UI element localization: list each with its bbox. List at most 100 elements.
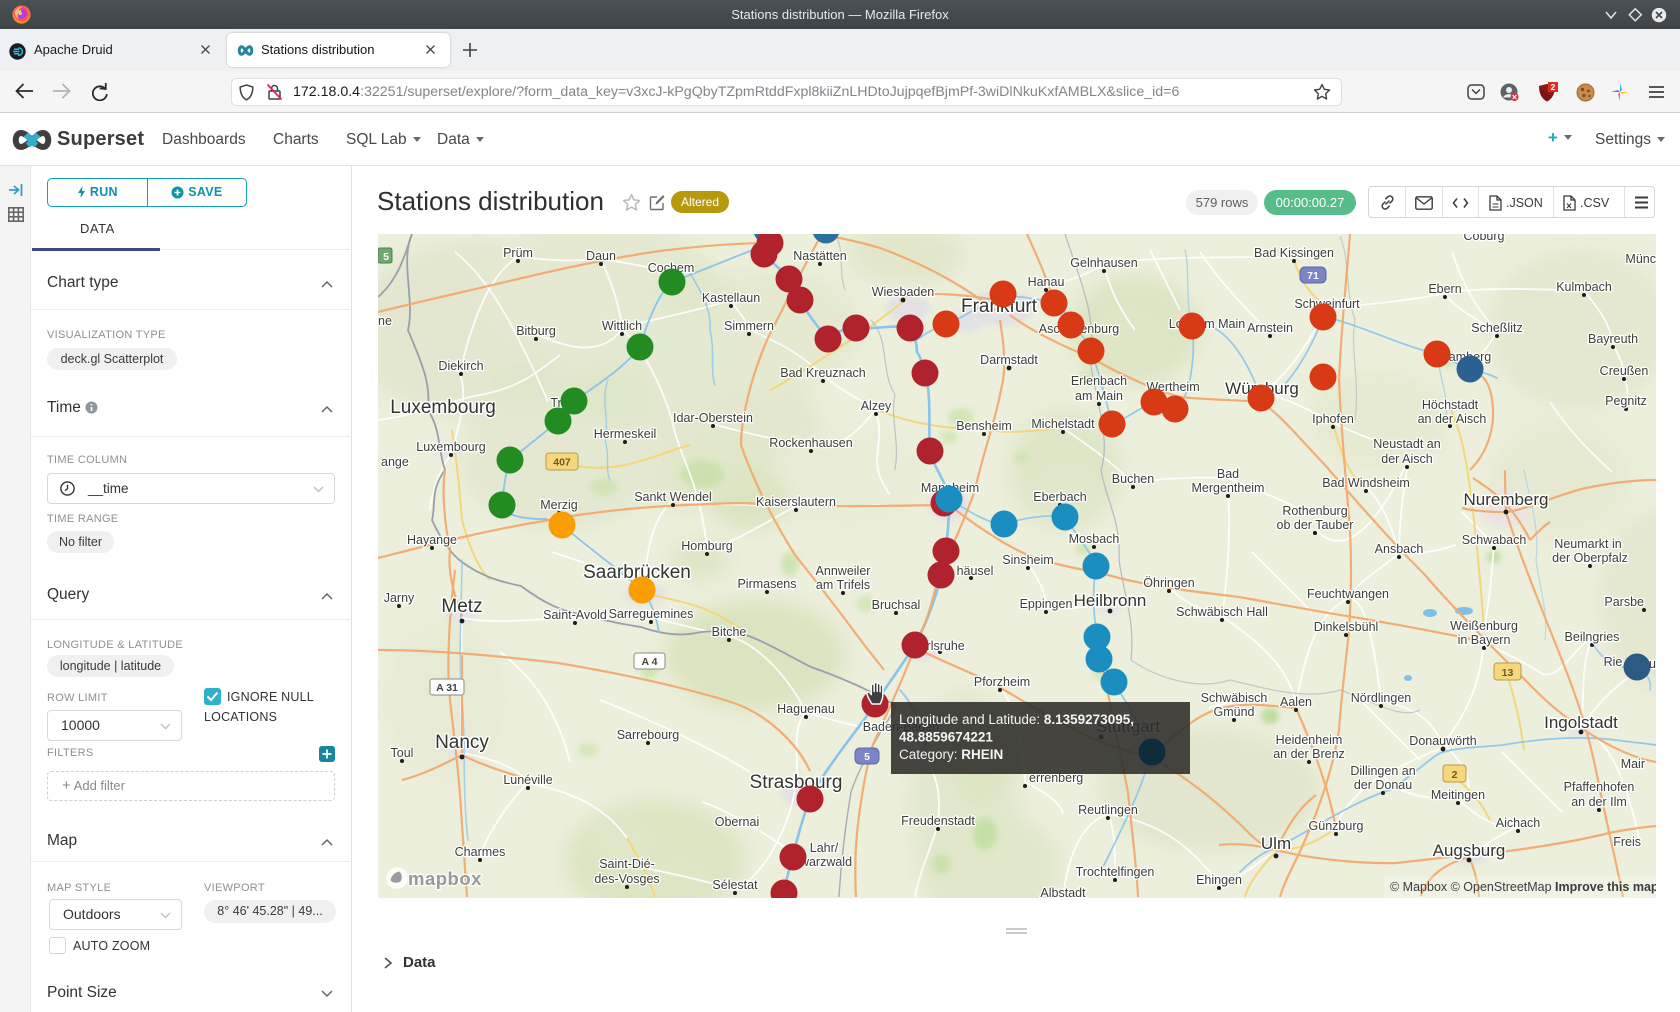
- svg-text:Simmern: Simmern: [724, 319, 774, 333]
- svg-text:Schwäbisch: Schwäbisch: [1201, 691, 1268, 705]
- svg-text:Weißenburg: Weißenburg: [1450, 619, 1518, 633]
- svg-text:Kaiserslautern: Kaiserslautern: [756, 495, 836, 509]
- svg-text:Gmünd: Gmünd: [1214, 705, 1255, 719]
- svg-text:Albstadt: Albstadt: [1040, 886, 1086, 898]
- svg-text:Haguenau: Haguenau: [777, 702, 835, 716]
- svg-text:Sinsheim: Sinsheim: [1002, 553, 1053, 567]
- svg-text:Parsbe: Parsbe: [1604, 595, 1644, 609]
- svg-text:am Main: am Main: [1075, 389, 1123, 403]
- svg-text:Mergentheim: Mergentheim: [1192, 481, 1265, 495]
- svg-text:Schwäbisch Hall: Schwäbisch Hall: [1176, 605, 1268, 619]
- svg-text:Neustadt an: Neustadt an: [1373, 437, 1440, 451]
- svg-text:Kastellaun: Kastellaun: [702, 291, 760, 305]
- svg-text:2: 2: [1452, 769, 1458, 781]
- svg-text:an der Ilm: an der Ilm: [1571, 795, 1627, 809]
- svg-text:Feuchtwangen: Feuchtwangen: [1307, 587, 1389, 601]
- svg-text:Aalen: Aalen: [1280, 695, 1312, 709]
- svg-text:Bensheim: Bensheim: [956, 419, 1012, 433]
- svg-text:Reutlingen: Reutlingen: [1078, 803, 1138, 817]
- svg-text:Kulmbach: Kulmbach: [1556, 280, 1612, 294]
- svg-text:Pirmasens: Pirmasens: [737, 577, 796, 591]
- svg-text:Saint-Avold: Saint-Avold: [543, 608, 607, 622]
- svg-text:Münc: Münc: [1625, 252, 1656, 266]
- svg-text:Creußen: Creußen: [1600, 364, 1649, 378]
- svg-text:Luxembourg: Luxembourg: [390, 397, 496, 418]
- svg-text:Bad Windsheim: Bad Windsheim: [1322, 476, 1410, 490]
- svg-text:Hermeskeil: Hermeskeil: [594, 427, 657, 441]
- svg-text:Lahr/: Lahr/: [810, 841, 839, 855]
- svg-text:Gelnhausen: Gelnhausen: [1070, 256, 1137, 270]
- svg-text:Nördlingen: Nördlingen: [1351, 691, 1412, 705]
- svg-text:Annweiler: Annweiler: [816, 564, 871, 578]
- svg-text:71: 71: [1307, 270, 1319, 282]
- svg-text:der Donau: der Donau: [1354, 778, 1412, 792]
- svg-text:Ebern: Ebern: [1428, 282, 1461, 296]
- svg-text:5: 5: [383, 251, 389, 263]
- svg-text:Luxembourg: Luxembourg: [416, 440, 486, 454]
- svg-text:Charmes: Charmes: [455, 845, 506, 859]
- svg-text:Merzig: Merzig: [540, 498, 578, 512]
- svg-text:Bitche: Bitche: [712, 625, 747, 639]
- svg-text:Freudenstadt: Freudenstadt: [901, 814, 975, 828]
- svg-text:407: 407: [553, 457, 571, 469]
- svg-text:der Aisch: der Aisch: [1381, 452, 1432, 466]
- svg-text:A 31: A 31: [436, 682, 458, 694]
- svg-text:Pforzheim: Pforzheim: [974, 675, 1030, 689]
- svg-text:Trochtelfingen: Trochtelfingen: [1076, 865, 1155, 879]
- svg-text:Diekirch: Diekirch: [438, 359, 483, 373]
- svg-text:ange: ange: [381, 455, 409, 469]
- svg-text:warzwald: warzwald: [799, 855, 852, 869]
- svg-text:Erlenbach: Erlenbach: [1071, 374, 1127, 388]
- svg-text:2: 2: [1551, 83, 1556, 92]
- svg-text:13: 13: [1502, 667, 1514, 679]
- svg-text:A 4: A 4: [642, 656, 658, 668]
- svg-text:Günzburg: Günzburg: [1309, 819, 1364, 833]
- svg-text:Nuremberg: Nuremberg: [1463, 490, 1548, 509]
- svg-text:Dillingen an: Dillingen an: [1350, 764, 1415, 778]
- svg-text:Arnstein: Arnstein: [1247, 321, 1293, 335]
- svg-text:Obernai: Obernai: [715, 815, 759, 829]
- svg-text:Wittlich: Wittlich: [602, 319, 642, 333]
- svg-text:Daun: Daun: [586, 249, 616, 263]
- svg-text:Eppingen: Eppingen: [1020, 597, 1073, 611]
- svg-text:häusel: häusel: [957, 564, 994, 578]
- svg-text:Homburg: Homburg: [681, 539, 732, 553]
- svg-text:des-Vosges: des-Vosges: [594, 872, 659, 886]
- svg-text:Neumarkt in: Neumarkt in: [1554, 537, 1621, 551]
- svg-text:Metz: Metz: [441, 596, 482, 617]
- svg-text:in Bayern: in Bayern: [1458, 633, 1511, 647]
- svg-text:Longitude and Latitude: 8.1359: Longitude and Latitude: 8.1359273095,: [899, 712, 1134, 727]
- svg-text:Toul: Toul: [391, 746, 414, 760]
- svg-text:Aichach: Aichach: [1496, 816, 1541, 830]
- svg-text:Sankt Wendel: Sankt Wendel: [634, 490, 712, 504]
- svg-text:Hayange: Hayange: [407, 533, 457, 547]
- svg-text:© Mapbox © OpenStreetMap Impro: © Mapbox © OpenStreetMap Improve this ma…: [1390, 880, 1656, 894]
- svg-text:Bruchsal: Bruchsal: [872, 598, 921, 612]
- svg-text:Sélestat: Sélestat: [712, 878, 758, 892]
- svg-text:Höchstadt: Höchstadt: [1422, 398, 1479, 412]
- svg-text:Rockenhausen: Rockenhausen: [769, 436, 852, 450]
- svg-text:Coburg: Coburg: [1464, 234, 1505, 243]
- svg-text:Jarny: Jarny: [384, 591, 415, 605]
- svg-text:Sarrebourg: Sarrebourg: [617, 728, 680, 742]
- svg-text:Nastätten: Nastätten: [793, 249, 847, 263]
- svg-text:an der Brenz: an der Brenz: [1273, 747, 1345, 761]
- svg-text:Bad: Bad: [1217, 467, 1239, 481]
- svg-text:Sarreguemines: Sarreguemines: [609, 607, 694, 621]
- svg-text:Meitingen: Meitingen: [1431, 788, 1485, 802]
- svg-text:Freis: Freis: [1613, 835, 1641, 849]
- svg-text:mapbox: mapbox: [408, 868, 482, 889]
- svg-text:Hanau: Hanau: [1028, 275, 1065, 289]
- svg-text:Strasbourg: Strasbourg: [750, 772, 843, 793]
- svg-text:Ulm: Ulm: [1261, 834, 1291, 853]
- svg-text:Bitburg: Bitburg: [516, 324, 556, 338]
- svg-text:der Oberpfalz: der Oberpfalz: [1552, 551, 1628, 565]
- svg-text:Lunéville: Lunéville: [503, 773, 552, 787]
- svg-text:Buchen: Buchen: [1112, 472, 1154, 486]
- svg-text:Dinkelsbühl: Dinkelsbühl: [1314, 620, 1379, 634]
- svg-text:Scheßlitz: Scheßlitz: [1471, 321, 1522, 335]
- svg-text:ne: ne: [378, 314, 392, 328]
- svg-text:Ingolstadt: Ingolstadt: [1544, 713, 1618, 732]
- svg-text:Schwabach: Schwabach: [1462, 533, 1527, 547]
- svg-text:Rie: Rie: [1604, 655, 1623, 669]
